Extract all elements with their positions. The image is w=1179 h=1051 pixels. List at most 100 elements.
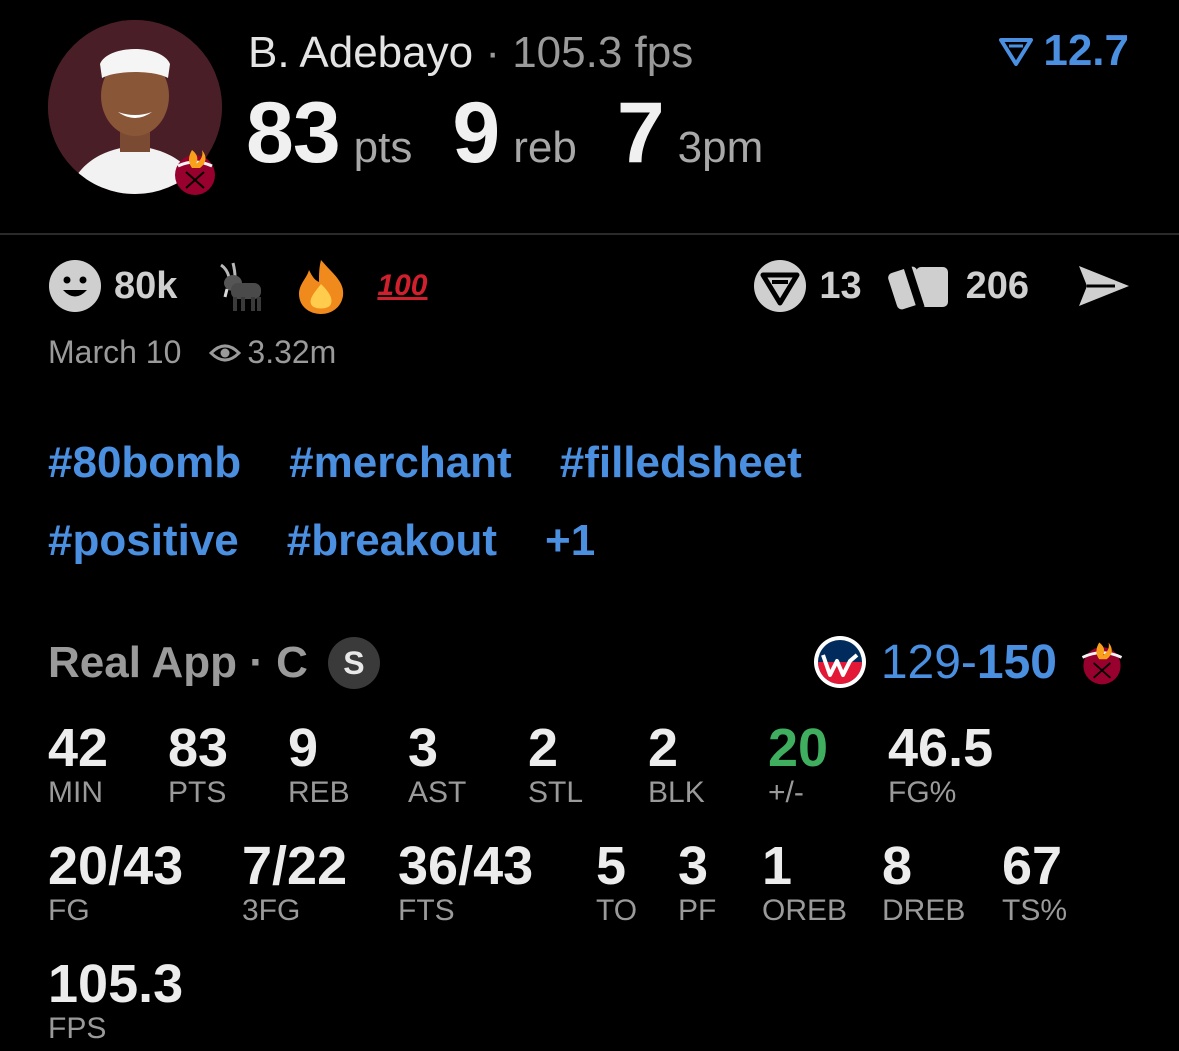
cards-count: 206: [965, 264, 1029, 307]
divider: [0, 233, 1179, 235]
stat-label: MIN: [48, 776, 103, 809]
headline-reb-unit: reb: [513, 123, 577, 172]
stat-value: 3: [408, 718, 439, 778]
stat-label: OREB: [762, 894, 848, 927]
stat-value: 8: [882, 836, 913, 896]
stat-ts-pct: 67 TS%: [1002, 838, 1067, 928]
stat-stl: 2 STL: [528, 720, 583, 810]
stat-value: 105.3: [48, 954, 184, 1014]
stat-pts: 83 PTS: [168, 720, 228, 810]
stat-label: 3FG: [242, 894, 301, 927]
tags-row: #80bomb #merchant #filledsheet: [48, 438, 802, 488]
comments-count: 13: [819, 264, 862, 307]
reactions-row: 80k 100: [48, 258, 427, 314]
player-name[interactable]: B. Adebayo: [248, 28, 473, 77]
stat-label: REB: [288, 776, 350, 809]
away-score: 129: [880, 635, 961, 689]
stat-to: 5 TO: [596, 838, 637, 928]
stat-label: STL: [528, 776, 584, 809]
headline-stats: 83 pts 9 reb 7 3pm: [246, 84, 803, 184]
score-dash: -: [960, 635, 977, 689]
stat-value: 36/43: [398, 836, 534, 896]
fire-emoji[interactable]: [293, 258, 349, 314]
stat-label: FG%: [888, 776, 957, 809]
stat-value: 20: [768, 718, 829, 778]
tags-row: #positive #breakout +1: [48, 516, 595, 566]
stat-min: 42 MIN: [48, 720, 108, 810]
stat-fps: 105.3 FPS: [48, 956, 183, 1046]
game-score[interactable]: 129 - 150: [813, 632, 1129, 692]
stat-label: BLK: [648, 776, 705, 809]
eye-icon: [209, 344, 242, 361]
source-label: Real App · C: [48, 638, 308, 687]
comments-button[interactable]: 13: [753, 259, 862, 313]
stat-value: 83: [168, 718, 229, 778]
stat-value: 3: [678, 836, 709, 896]
box-source: Real App · C S: [48, 636, 380, 690]
player-line: B. Adebayo · 105.3 fps: [248, 26, 693, 80]
stat-pf: 3 PF: [678, 838, 716, 928]
stat-label: PTS: [168, 776, 227, 809]
home-score: 150: [976, 635, 1057, 689]
stat-value: 46.5: [888, 718, 994, 778]
stat-reb: 9 REB: [288, 720, 350, 810]
stat-value: 20/43: [48, 836, 184, 896]
rating-value: 12.7: [1043, 26, 1129, 75]
cards-icon: [887, 264, 948, 310]
stat-fg-pct: 46.5 FG%: [888, 720, 993, 810]
headline-pts-value: 83: [246, 85, 341, 181]
stat-label: DREB: [882, 894, 966, 927]
stat-oreb: 1 OREB: [762, 838, 847, 928]
v-circle-icon: [754, 260, 807, 312]
stat-plus-minus: 20 +/-: [768, 720, 828, 810]
hundred-emoji[interactable]: 100: [377, 271, 427, 301]
headline-3pm-value: 7: [616, 85, 665, 181]
headline-reb-value: 9: [452, 85, 500, 181]
separator: ·: [485, 28, 500, 77]
stat-label: AST: [408, 776, 467, 809]
tag-link[interactable]: #filledsheet: [560, 438, 802, 488]
v-logo-icon: [999, 38, 1034, 66]
stat-value: 67: [1002, 836, 1063, 896]
stat-value: 2: [528, 718, 559, 778]
stat-3fg: 7/22 3FG: [242, 838, 347, 928]
stat-dreb: 8 DREB: [882, 838, 965, 928]
stat-fts: 36/43 FTS: [398, 838, 533, 928]
player-fps: 105.3 fps: [512, 28, 694, 77]
view-count: 3.32m: [247, 334, 337, 370]
stat-blk: 2 BLK: [648, 720, 705, 810]
stat-value: 5: [596, 836, 627, 896]
headline-pts-unit: pts: [353, 123, 413, 172]
stat-value: 7/22: [242, 836, 348, 896]
stat-label: FPS: [48, 1012, 107, 1045]
smile-icon: [49, 260, 101, 312]
heat-logo-icon: [1081, 642, 1123, 685]
tag-link[interactable]: #positive: [48, 516, 239, 566]
stat-label: FG: [48, 894, 90, 927]
stat-label: FTS: [398, 894, 455, 927]
hundred-text: 100: [377, 269, 428, 302]
smile-count: 80k: [114, 264, 178, 307]
cards-button[interactable]: 206: [887, 259, 1029, 313]
rating-badge[interactable]: 12.7: [999, 26, 1129, 76]
stat-fg: 20/43 FG: [48, 838, 183, 928]
post-date: March 10: [48, 334, 182, 370]
goat-emoji[interactable]: [213, 259, 267, 313]
tag-link[interactable]: #merchant: [289, 438, 512, 488]
wizards-logo-icon: [813, 636, 866, 688]
smile-reaction-button[interactable]: 80k: [48, 259, 177, 313]
stat-value: 9: [288, 718, 319, 778]
stat-label: PF: [678, 894, 717, 927]
stat-label: TS%: [1002, 894, 1068, 927]
tag-link[interactable]: #breakout: [287, 516, 497, 566]
tag-link[interactable]: #80bomb: [48, 438, 241, 488]
headline-3pm-unit: 3pm: [677, 123, 764, 172]
post-actions: 13 206: [753, 258, 1131, 314]
stat-value: 1: [762, 836, 793, 896]
meta-row: March 10 3.32m: [48, 334, 336, 371]
share-icon[interactable]: [1075, 262, 1131, 310]
stat-label: +/-: [768, 776, 804, 809]
more-tags-button[interactable]: +1: [545, 516, 595, 566]
stat-label: TO: [596, 894, 638, 927]
stat-value: 42: [48, 718, 109, 778]
